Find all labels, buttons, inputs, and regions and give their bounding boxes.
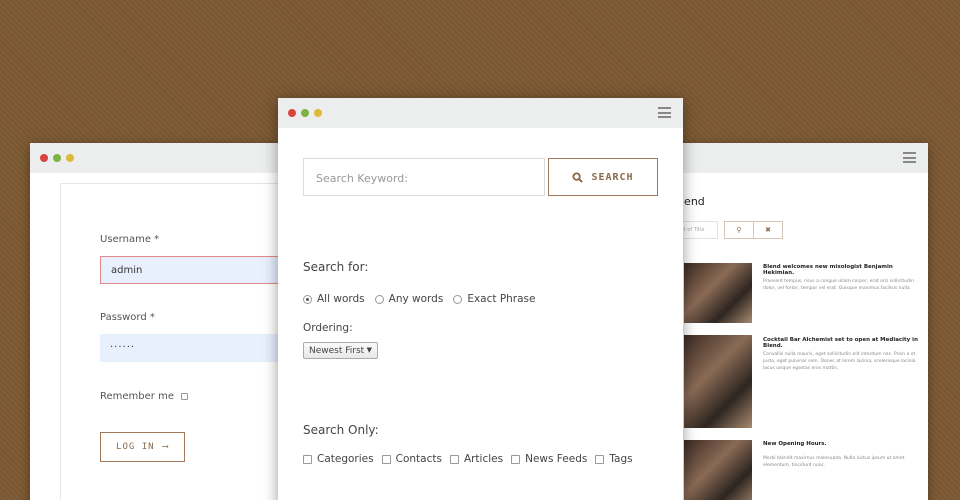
post-excerpt: Convallis nulla mauris, eget sollicitudi… xyxy=(763,352,916,371)
radio-label: Any words xyxy=(388,293,444,305)
checkbox[interactable] xyxy=(511,454,521,464)
checkbox-label: Articles xyxy=(463,453,504,465)
blog-title: lend xyxy=(681,195,705,208)
post-excerpt: Praesent tempus, risus a congue ullam co… xyxy=(763,279,914,291)
menu-icon[interactable] xyxy=(658,107,671,118)
blog-window-titlebar xyxy=(640,143,928,173)
radio-exact-phrase[interactable]: Exact Phrase xyxy=(453,293,536,305)
radio-label: Exact Phrase xyxy=(467,293,536,305)
menu-icon[interactable] xyxy=(903,152,916,163)
search-button-label: SEARCH xyxy=(591,171,634,183)
check-articles[interactable]: Articles xyxy=(449,453,504,465)
username-input[interactable]: admin xyxy=(100,256,300,284)
radio-button[interactable] xyxy=(374,294,384,304)
checkbox[interactable] xyxy=(449,454,459,464)
ordering-selected-value: Newest First xyxy=(309,346,365,356)
radio-all-words[interactable]: All words xyxy=(303,293,365,305)
search-icon xyxy=(572,171,584,183)
radio-label: All words xyxy=(317,293,365,305)
radio-button[interactable] xyxy=(453,294,463,304)
check-tags[interactable]: Tags xyxy=(595,453,633,465)
blog-search-button[interactable]: ⚲ xyxy=(724,221,754,239)
post-excerpt: Morbi blandit maximus malesuada. Nulla l… xyxy=(763,456,905,468)
search-area-options: Categories Contacts Articles News Feeds … xyxy=(303,453,641,465)
search-keyword-input[interactable]: Search Keyword: xyxy=(303,158,545,196)
search-window-titlebar xyxy=(278,98,683,128)
search-button[interactable]: SEARCH xyxy=(548,158,658,196)
login-button-label: LOG IN xyxy=(116,442,155,452)
search-icon: ⚲ xyxy=(736,226,742,234)
check-contacts[interactable]: Contacts xyxy=(381,453,442,465)
maximize-dot-icon[interactable] xyxy=(301,109,309,117)
search-window: Search Keyword: SEARCH Search for: All w… xyxy=(278,98,683,500)
radio-any-words[interactable]: Any words xyxy=(374,293,444,305)
maximize-dot-icon[interactable] xyxy=(53,154,61,162)
post-title[interactable]: Cocktail Bar Alchemist set to open at Me… xyxy=(763,337,923,349)
minimize-dot-icon[interactable] xyxy=(314,109,322,117)
search-for-heading: Search for: xyxy=(303,260,369,274)
checkbox-label: Tags xyxy=(609,453,633,465)
close-dot-icon[interactable] xyxy=(40,154,48,162)
close-dot-icon[interactable] xyxy=(288,109,296,117)
login-button[interactable]: LOG IN ⟶ xyxy=(100,432,185,462)
minimize-dot-icon[interactable] xyxy=(66,154,74,162)
username-label: Username * xyxy=(100,234,160,245)
checkbox[interactable] xyxy=(381,454,391,464)
check-categories[interactable]: Categories xyxy=(303,453,374,465)
ordering-select[interactable]: Newest First ▼ xyxy=(303,342,378,359)
radio-button[interactable] xyxy=(303,294,312,304)
ordering-label: Ordering: xyxy=(303,322,353,334)
checkbox-label: Contacts xyxy=(395,453,442,465)
checkbox[interactable] xyxy=(595,454,605,464)
password-label: Password * xyxy=(100,312,155,323)
post-title[interactable]: Blend welcomes new mixologist Benjamin H… xyxy=(763,264,923,276)
post-image[interactable] xyxy=(684,440,752,500)
arrow-right-icon: ⟶ xyxy=(162,442,169,452)
post-image[interactable] xyxy=(684,335,752,428)
remember-me-row: Remember me xyxy=(100,391,189,402)
remember-me-label: Remember me xyxy=(100,391,174,402)
checkbox-label: Categories xyxy=(317,453,374,465)
search-phrase-options: All words Any words Exact Phrase xyxy=(303,293,546,305)
checkbox[interactable] xyxy=(303,454,312,464)
blog-clear-button[interactable]: ✖ xyxy=(753,221,783,239)
checkbox-label: News Feeds xyxy=(525,453,588,465)
close-icon: ✖ xyxy=(765,226,771,234)
post-image[interactable] xyxy=(684,263,752,323)
password-input[interactable]: ······ xyxy=(100,334,300,362)
check-news-feeds[interactable]: News Feeds xyxy=(511,453,587,465)
blog-window: lend ct of Title ⚲ ✖ Blend welcomes new … xyxy=(640,143,928,500)
search-only-heading: Search Only: xyxy=(303,423,379,437)
caret-down-icon: ▼ xyxy=(366,346,372,354)
post-title[interactable]: New Opening Hours. xyxy=(763,441,923,447)
remember-me-checkbox[interactable] xyxy=(181,392,189,400)
